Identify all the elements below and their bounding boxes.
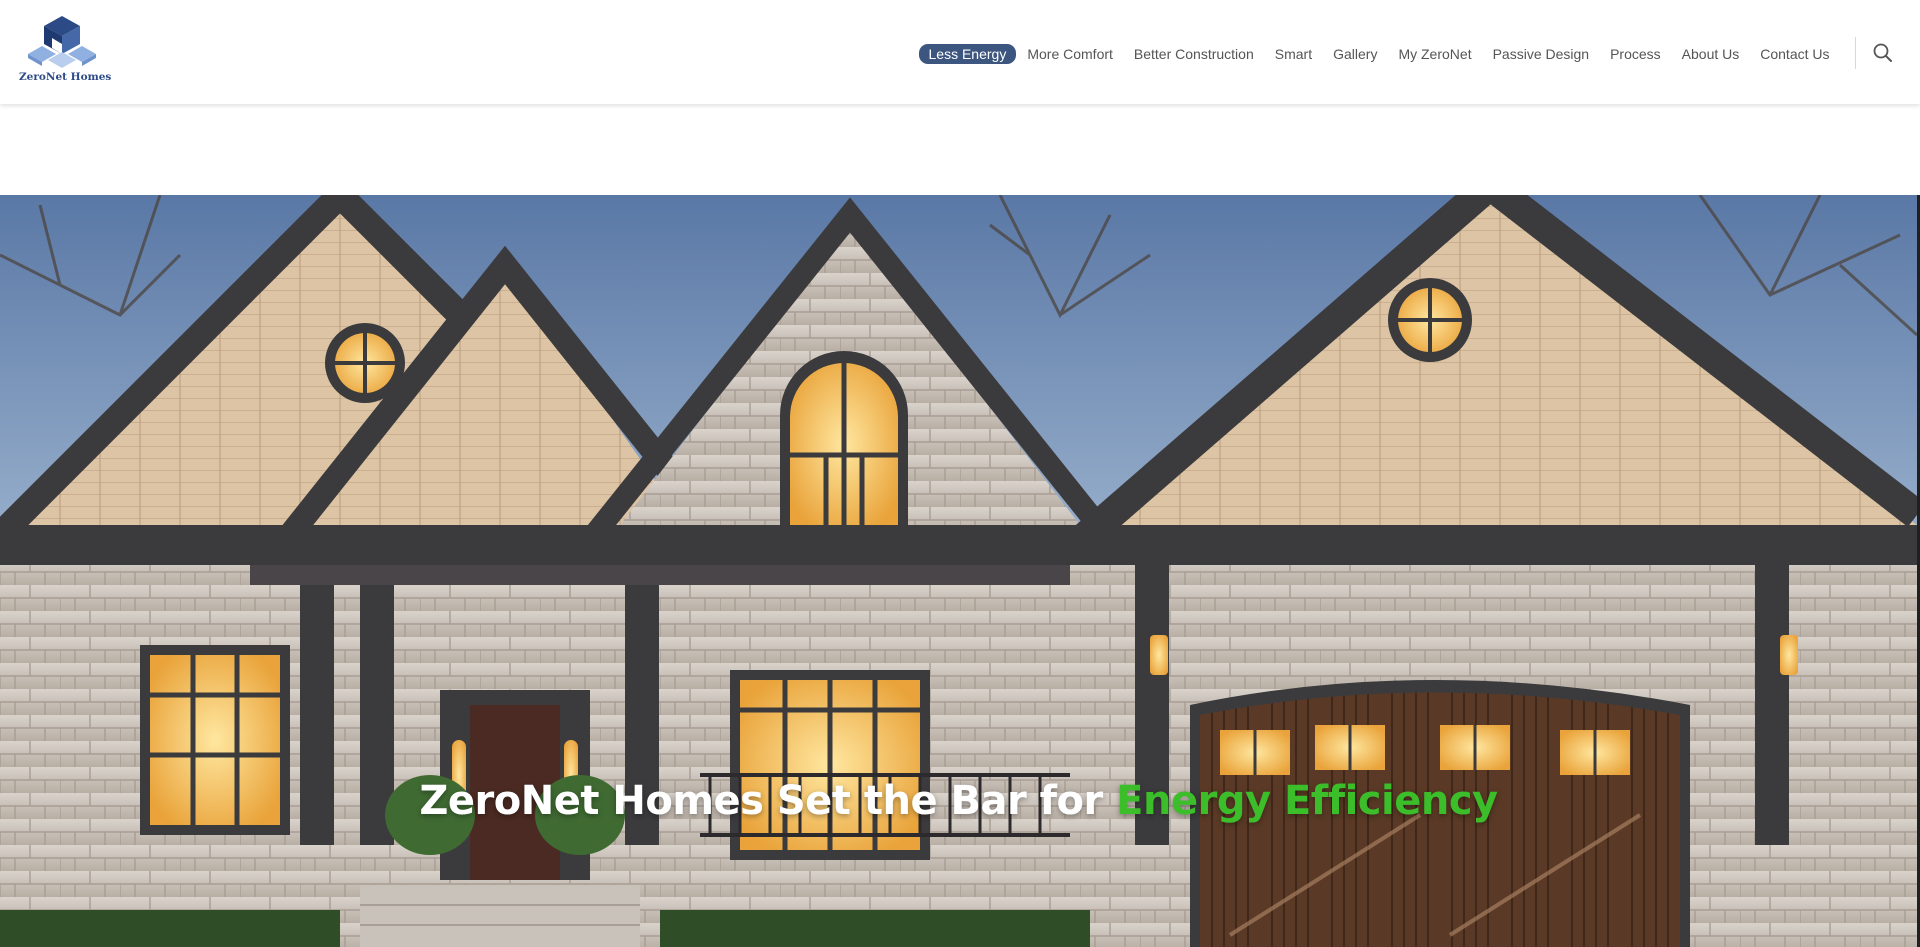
brand-name: ZeroNet Homes [19, 71, 112, 83]
search-icon [1873, 43, 1892, 62]
nav-smart[interactable]: Smart [1265, 44, 1322, 64]
hero-headline-highlight: Energy Efficiency [1116, 778, 1498, 824]
house-exterior-photo [0, 195, 1917, 947]
nav-gallery[interactable]: Gallery [1323, 44, 1387, 64]
main-nav: Less Energy More Comfort Better Construc… [918, 44, 1840, 64]
nav-process[interactable]: Process [1600, 44, 1671, 64]
site-header: ZeroNet Homes Less Energy More Comfort B… [0, 0, 1920, 104]
nav-more-comfort[interactable]: More Comfort [1017, 44, 1123, 64]
nav-passive-design[interactable]: Passive Design [1483, 44, 1600, 64]
hero-headline-main: ZeroNet Homes Set the Bar for [419, 778, 1117, 824]
search-button[interactable] [1872, 42, 1894, 64]
logo-mark-icon [28, 16, 96, 68]
nav-about-us[interactable]: About Us [1672, 44, 1750, 64]
nav-my-zeronet[interactable]: My ZeroNet [1388, 44, 1481, 64]
brand-logo[interactable]: ZeroNet Homes [19, 14, 112, 86]
nav-contact-us[interactable]: Contact Us [1750, 44, 1839, 64]
nav-divider [1855, 37, 1856, 69]
nav-better-construction[interactable]: Better Construction [1124, 44, 1264, 64]
hero-headline: ZeroNet Homes Set the Bar for Energy Eff… [0, 778, 1917, 824]
nav-less-energy[interactable]: Less Energy [918, 44, 1017, 64]
hero-section: ZeroNet Homes Set the Bar for Energy Eff… [0, 195, 1917, 947]
